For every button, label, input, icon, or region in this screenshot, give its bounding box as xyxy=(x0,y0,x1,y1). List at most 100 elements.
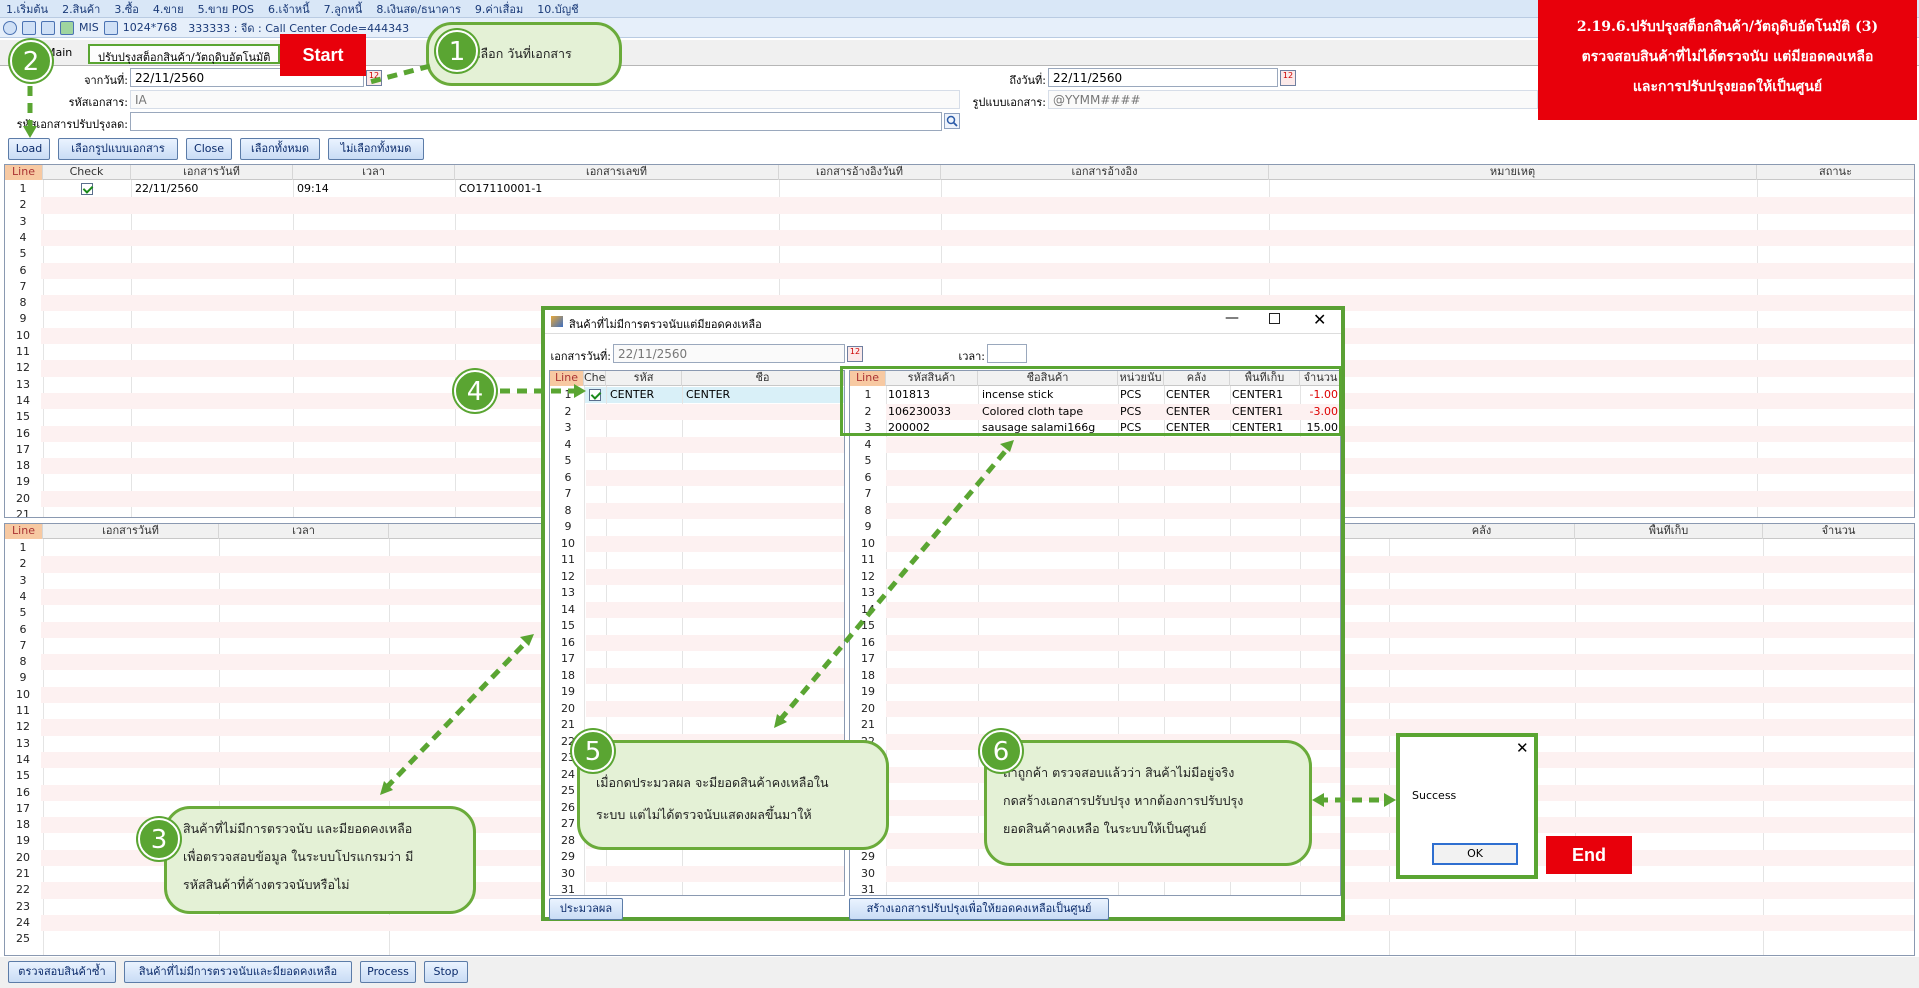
row-number: 5 xyxy=(19,247,27,261)
calendar-icon[interactable]: 12 xyxy=(366,70,382,86)
dialog-process-button[interactable]: ประมวลผล xyxy=(549,898,623,920)
calculator-icon[interactable] xyxy=(41,20,55,35)
close-icon[interactable]: ✕ xyxy=(1516,739,1529,757)
row-checkbox[interactable] xyxy=(589,389,601,401)
deselect-all-button[interactable]: ไม่เลือกทั้งหมด xyxy=(328,138,424,160)
row-number: 29 xyxy=(561,850,575,863)
row-number: 20 xyxy=(16,850,30,864)
column-header[interactable]: เอกสารเลขที่ xyxy=(455,165,779,180)
row-stripe xyxy=(586,403,844,420)
chart-icon[interactable] xyxy=(60,20,74,35)
row-number: 4 xyxy=(19,230,27,244)
column-header[interactable]: สถานะ xyxy=(1757,165,1914,180)
row-number: 8 xyxy=(19,296,27,310)
menu-item[interactable]: 9.ค่าเสื่อม xyxy=(475,0,523,18)
no-count-items-button[interactable]: สินค้าที่ไม่มีการตรวจนับและมียอดคงเหลือ xyxy=(124,961,352,983)
menu-item[interactable]: 6.เจ้าหนี้ xyxy=(268,0,310,18)
column-header[interactable]: Line xyxy=(5,524,43,539)
close-button[interactable]: Close xyxy=(186,138,232,160)
row-number: 15 xyxy=(16,769,30,783)
minimize-icon[interactable]: — xyxy=(1225,310,1239,326)
adjust-doc-input[interactable] xyxy=(130,112,942,131)
menu-item[interactable]: 5.ขาย POS xyxy=(198,0,254,18)
row-number: 25 xyxy=(16,932,30,946)
row-number: 8 xyxy=(19,655,27,669)
row-stripe xyxy=(586,502,844,519)
resolution-label: 1024*768 xyxy=(122,21,178,34)
search-icon[interactable] xyxy=(944,113,960,129)
clock-icon[interactable] xyxy=(3,20,17,35)
close-icon[interactable]: ✕ xyxy=(1313,310,1326,329)
ok-button[interactable]: OK xyxy=(1432,843,1518,865)
dialog-time-input[interactable] xyxy=(987,344,1027,363)
row-number: 29 xyxy=(861,850,875,863)
column-header[interactable]: คลัง xyxy=(1389,524,1575,539)
row-number: 5 xyxy=(864,454,872,467)
row-number: 21 xyxy=(861,718,875,731)
to-date-input[interactable]: 22/11/2560 xyxy=(1048,68,1278,87)
create-adjust-doc-button[interactable]: สร้างเอกสารปรับปรุงเพื่อให้ยอดคงเหลือเป็… xyxy=(849,898,1109,920)
row-number: 30 xyxy=(861,866,875,880)
row-stripe xyxy=(586,568,844,585)
row-number: 11 xyxy=(561,553,575,566)
stop-button[interactable]: Stop xyxy=(424,961,468,983)
monitor-icon[interactable] xyxy=(103,20,118,35)
row-number: 10 xyxy=(561,536,575,550)
tab-stock-adjust[interactable]: ปรับปรุงสต็อกสินค้า/วัตถุดิบอัตโนมัติ xyxy=(88,44,281,64)
menu-item[interactable]: 1.เริ่มต้น xyxy=(6,0,48,18)
process-button[interactable]: Process xyxy=(360,961,416,983)
row-number: 15 xyxy=(16,410,30,424)
callout-line: ถ้าถูกค้า ตรวจสอบแล้วว่า สินค้าไม่มีอยู่… xyxy=(1003,765,1235,780)
column-header[interactable]: เอกสารอ้างอิง xyxy=(941,165,1269,180)
column-header[interactable]: Che xyxy=(584,371,606,386)
row-number: 19 xyxy=(861,685,875,698)
doc-code-input[interactable]: IA xyxy=(130,90,960,109)
select-format-button[interactable]: เลือกรูปแบบเอกสาร xyxy=(58,138,178,160)
column-header[interactable]: ชื่อ xyxy=(682,371,844,386)
step-badge-5: 5 xyxy=(572,730,614,772)
dialog-time-label: เวลา: xyxy=(958,350,985,363)
row-stripe xyxy=(886,700,1340,717)
calendar-icon[interactable]: 12 xyxy=(847,346,863,362)
row-checkbox[interactable] xyxy=(81,183,93,195)
column-header[interactable]: พื้นที่เก็บ xyxy=(1575,524,1763,539)
callout-line: กดสร้างเอกสารปรับปรุง หากต้องการปรับปรุง xyxy=(1003,793,1244,808)
callout-line: ยอดสินค้าคงเหลือ ในระบบให้เป็นศูนย์ xyxy=(1003,821,1207,836)
menu-item[interactable]: 7.ลูกหนี้ xyxy=(324,0,363,18)
select-all-button[interactable]: เลือกทั้งหมด xyxy=(240,138,320,160)
row-number: 13 xyxy=(16,736,30,750)
row-number: 17 xyxy=(861,652,875,665)
calendar-icon[interactable]: 12 xyxy=(1280,70,1296,86)
row-stripe xyxy=(586,667,844,684)
column-header[interactable]: เอกสารอ้างอิงวันที่ xyxy=(779,165,941,180)
column-header[interactable]: เวลา xyxy=(293,165,455,180)
menu-item[interactable]: 2.สินค้า xyxy=(62,0,100,18)
menu-item[interactable]: 3.ซื้อ xyxy=(114,0,139,18)
load-button[interactable]: Load xyxy=(8,138,50,160)
maximize-icon[interactable] xyxy=(1269,313,1280,324)
column-header[interactable]: รหัส xyxy=(606,371,682,386)
menu-item[interactable]: 10.บัญชี xyxy=(537,0,578,18)
column-header[interactable]: เวลา xyxy=(219,524,389,539)
row-stripe xyxy=(586,865,844,882)
row-number: 10 xyxy=(861,536,875,550)
column-header[interactable]: Line xyxy=(5,165,43,180)
row-number: 3 xyxy=(564,421,572,434)
row-number: 14 xyxy=(861,602,875,616)
column-header[interactable]: Check xyxy=(43,165,131,180)
check-duplicate-button[interactable]: ตรวจสอบสินค้าซ้ำ xyxy=(8,961,116,983)
column-header[interactable]: เอกสารวันที่ xyxy=(43,524,219,539)
column-header[interactable]: Line xyxy=(550,371,584,386)
menu-item[interactable]: 4.ขาย xyxy=(153,0,184,18)
row-number: 9 xyxy=(864,520,872,533)
row-number: 23 xyxy=(16,899,30,913)
menu-item[interactable]: 8.เงินสด/ธนาคาร xyxy=(376,0,461,18)
column-header[interactable]: หมายเหตุ xyxy=(1269,165,1757,180)
row-number: 16 xyxy=(861,635,875,649)
row-stripe xyxy=(586,535,844,552)
dialog-date-input[interactable]: 22/11/2560 xyxy=(613,344,845,363)
column-header[interactable]: เอกสารวันที่ xyxy=(131,165,293,180)
doc-format-input[interactable]: @YYMM#### xyxy=(1048,90,1538,109)
column-header[interactable]: จำนวน xyxy=(1763,524,1914,539)
window-icon[interactable] xyxy=(22,20,36,35)
